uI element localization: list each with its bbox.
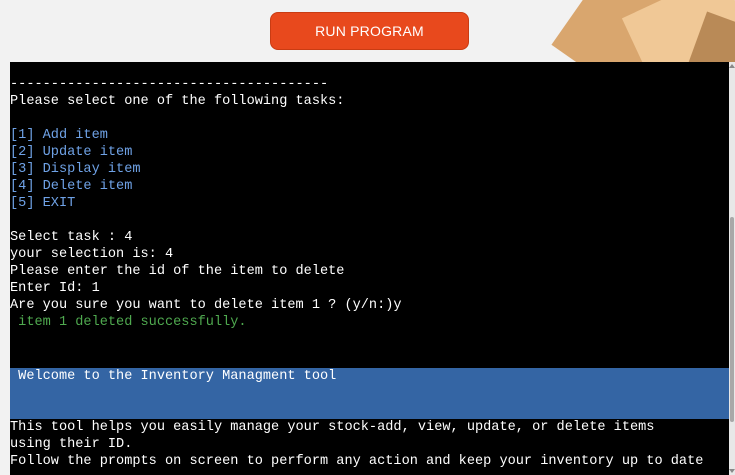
background-boxes-image — [545, 0, 735, 62]
terminal-line: Please select one of the following tasks… — [10, 94, 345, 109]
terminal-line: your selection is: 4 — [10, 247, 174, 262]
menu-option-add: [1] Add item — [10, 128, 108, 143]
menu-option-display: [3] Display item — [10, 162, 141, 177]
intro-line: using their ID. — [10, 437, 133, 452]
scroll-up-arrow-icon[interactable] — [729, 64, 735, 68]
scroll-down-arrow-icon[interactable] — [729, 469, 735, 473]
intro-text: This tool helps you easily manage your s… — [10, 419, 729, 470]
welcome-banner: Welcome to the Inventory Managment tool — [10, 368, 729, 419]
terminal-line: Please enter the id of the item to delet… — [10, 264, 345, 279]
menu-option-update: [2] Update item — [10, 145, 133, 160]
run-program-button[interactable]: RUN PROGRAM — [270, 12, 469, 50]
terminal-scrollbar[interactable] — [729, 62, 735, 475]
terminal-line: Enter Id: 1 — [10, 281, 100, 296]
menu-option-delete: [4] Delete item — [10, 179, 133, 194]
terminal-line: Are you sure you want to delete item 1 ?… — [10, 298, 402, 313]
terminal-line: --------------------------------------- — [10, 77, 329, 92]
welcome-banner-text: Welcome to the Inventory Managment tool — [10, 369, 337, 384]
success-message: item 1 deleted successfully. — [10, 315, 247, 330]
scrollbar-thumb[interactable] — [730, 217, 734, 422]
intro-line: Follow the prompts on screen to perform … — [10, 454, 704, 469]
terminal-line: Select task : 4 — [10, 230, 133, 245]
terminal[interactable]: --------------------------------------- … — [10, 62, 729, 475]
intro-line: This tool helps you easily manage your s… — [10, 420, 655, 435]
menu-option-exit: [5] EXIT — [10, 196, 76, 211]
